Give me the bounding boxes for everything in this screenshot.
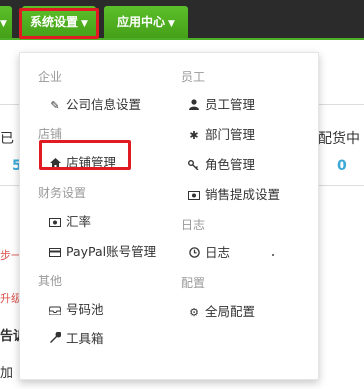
money-icon <box>48 216 62 229</box>
section-staff: 员工 <box>181 70 206 84</box>
edit-icon: ✎ <box>50 99 60 112</box>
menu-item-exchange-rate[interactable]: 汇率 <box>48 211 91 230</box>
stray-dot <box>272 254 274 256</box>
section-config: 配置 <box>181 276 206 290</box>
nav-tab-label: 应用中心 <box>117 15 166 29</box>
menu-item-role-management[interactable]: 角色管理 <box>187 154 255 173</box>
nav-tab-app-center[interactable]: 应用中心 ▼ <box>104 6 188 38</box>
menu-item-global-config[interactable]: ⚙ 全局配置 <box>187 301 255 320</box>
gear-icon: ⚙ <box>189 306 199 319</box>
credit-card-icon <box>48 246 62 259</box>
bg-right-label: 配货中 <box>318 131 360 147</box>
asterisk-icon: ✱ <box>189 129 199 142</box>
inbox-icon <box>48 304 62 317</box>
user-icon <box>187 99 201 112</box>
wrench-icon <box>48 331 62 346</box>
chevron-down-icon: ▼ <box>168 19 175 29</box>
bg-text: 加 <box>0 366 14 381</box>
highlight-system-settings <box>19 8 99 39</box>
menu-item-toolbox[interactable]: 工具箱 <box>48 328 104 347</box>
menu-item-sales-commission[interactable]: 销售提成设置 <box>187 184 280 203</box>
menu-item-log[interactable]: 日志 <box>187 242 230 261</box>
bg-left-label: 已 <box>0 131 14 147</box>
menu-item-company-info[interactable]: ✎ 公司信息设置 <box>48 94 141 113</box>
chevron-down-icon: ▼ <box>0 19 7 29</box>
money-icon <box>187 189 201 202</box>
clock-icon <box>187 247 201 260</box>
menu-item-number-pool[interactable]: 号码池 <box>48 299 104 318</box>
section-enterprise: 企业 <box>38 70 63 84</box>
menu-item-department-management[interactable]: ✱ 部门管理 <box>187 124 255 143</box>
menu-item-staff-management[interactable]: 员工管理 <box>187 94 255 113</box>
menu-item-paypal-accounts[interactable]: PayPal账号管理 <box>48 241 156 260</box>
nav-tab-partial[interactable]: ▼ <box>0 6 12 38</box>
section-log: 日志 <box>181 218 206 232</box>
section-finance: 财务设置 <box>38 186 87 200</box>
system-settings-dropdown: 企业 ✎ 公司信息设置 店铺 店铺管理 财务设置 汇率 PayPal账号管理 其他… <box>19 52 319 380</box>
section-other: 其他 <box>38 274 63 288</box>
highlight-store-management <box>39 140 131 170</box>
key-icon <box>187 159 201 172</box>
bg-right-count: 0 <box>337 158 347 174</box>
